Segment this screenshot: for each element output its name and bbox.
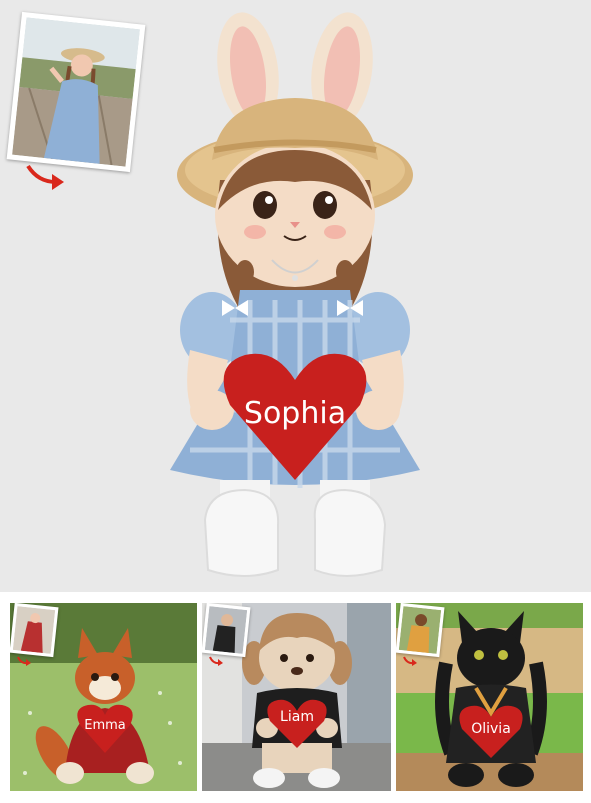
arrow-icon	[26, 164, 64, 190]
thumbnail-liam[interactable]: Liam	[202, 603, 391, 791]
hero-image: Sophia	[0, 0, 591, 592]
thumbnail-liam-name: Liam	[280, 709, 314, 725]
thumbnail-emma-source-photo	[10, 603, 59, 658]
thumbnail-olivia[interactable]: Olivia	[396, 603, 583, 791]
thumbnail-row: Emma Liam Olivia	[0, 600, 591, 803]
source-photo-polaroid	[6, 11, 146, 173]
plush-doll: Sophia	[170, 12, 420, 577]
thumbnail-liam-source-photo	[202, 603, 251, 658]
source-photo	[12, 17, 140, 167]
thumbnail-emma-arrow-icon	[17, 656, 31, 666]
thumbnail-olivia-source-photo	[396, 603, 445, 658]
hero-name-label: Sophia	[244, 396, 346, 431]
thumbnail-emma[interactable]: Emma	[10, 603, 197, 791]
thumbnail-olivia-name: Olivia	[471, 721, 511, 737]
thumbnail-olivia-arrow-icon	[403, 656, 417, 666]
thumbnail-emma-name: Emma	[84, 718, 126, 733]
thumbnail-liam-arrow-icon	[209, 656, 223, 666]
